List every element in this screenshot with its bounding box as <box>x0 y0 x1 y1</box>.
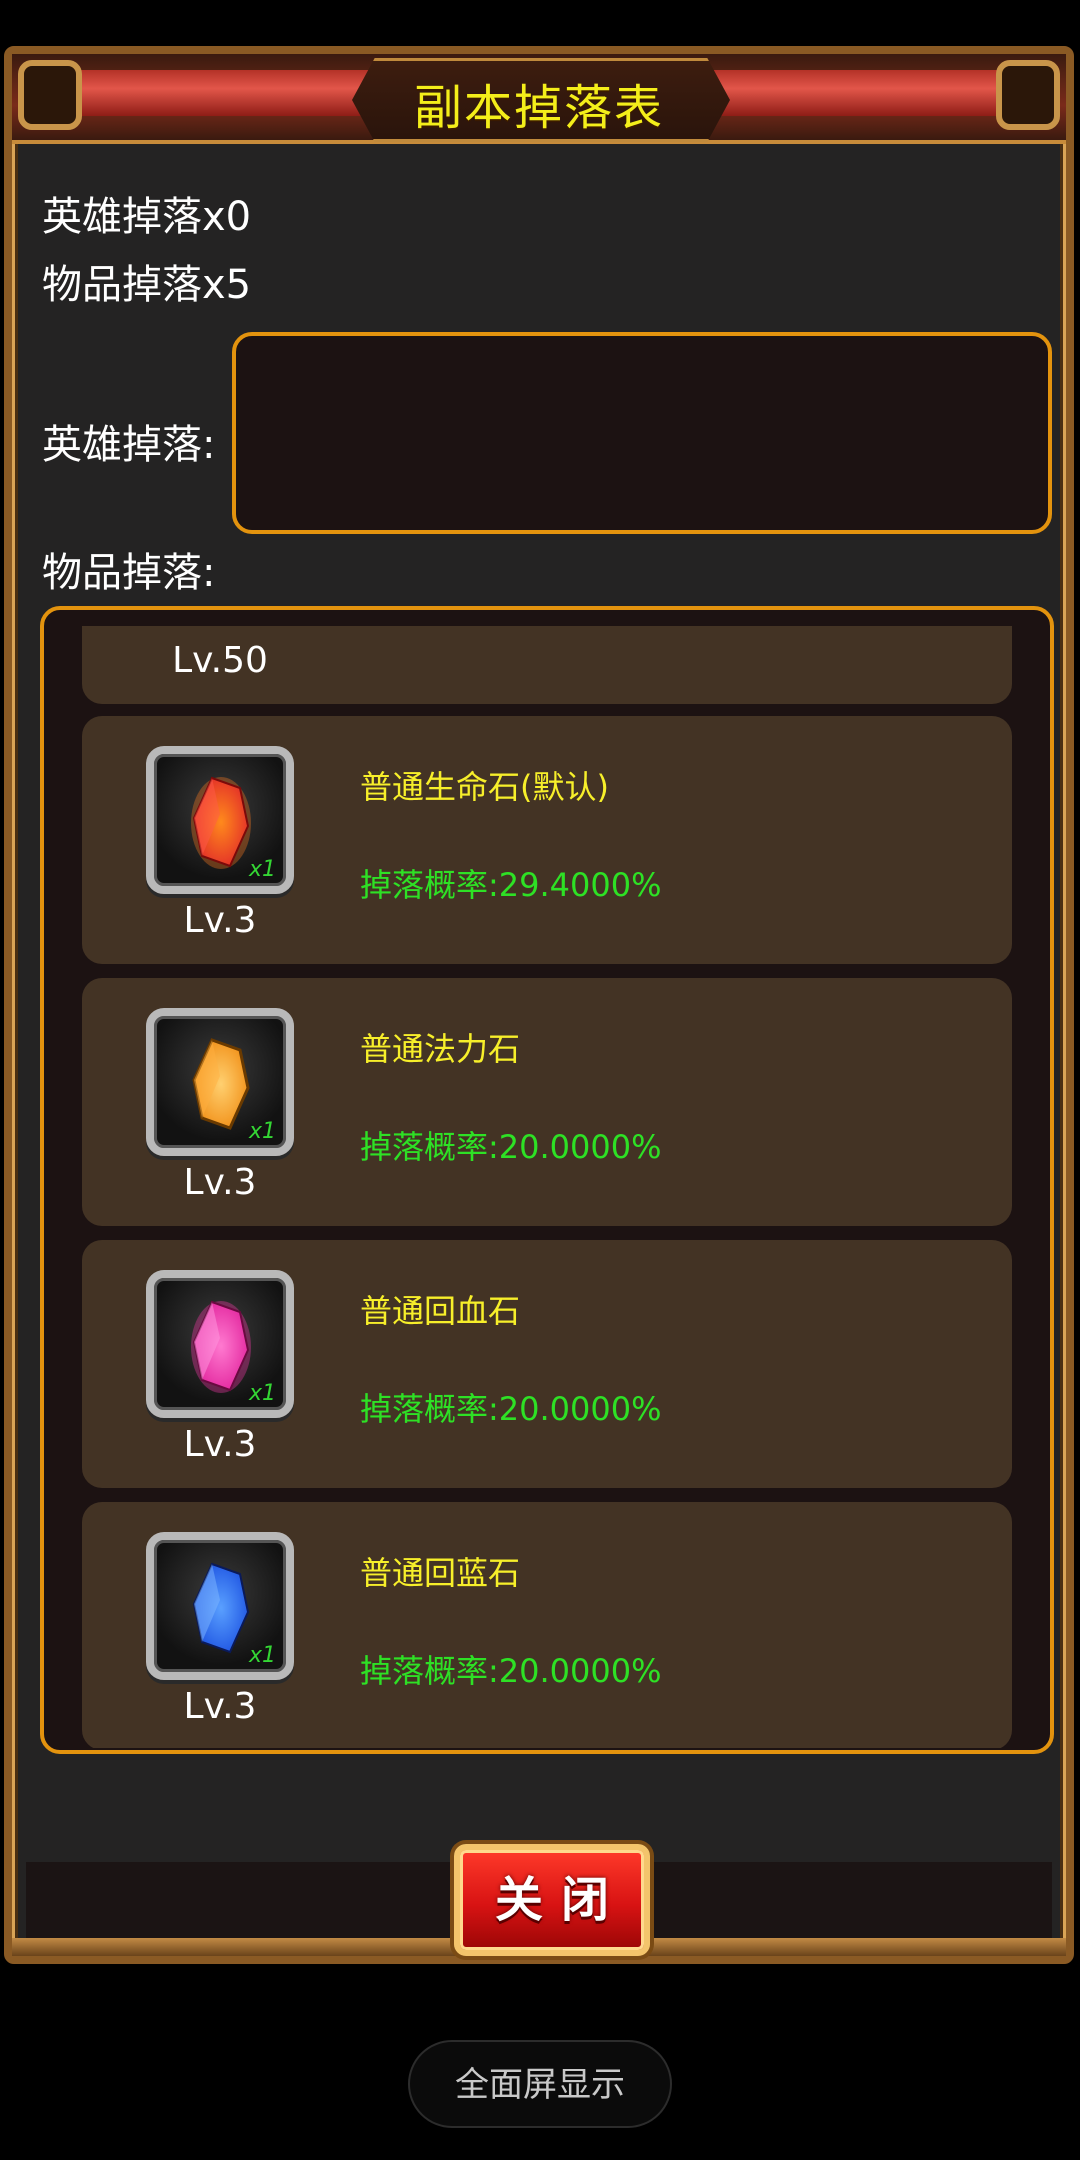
item-name: 普通回蓝石 <box>360 1554 521 1592</box>
orange-gem-icon <box>192 1038 250 1130</box>
item-slot[interactable]: x1 <box>146 746 294 894</box>
item-level: Lv.3 <box>183 1162 257 1203</box>
item-drop-rate: 掉落概率:29.4000% <box>360 866 662 904</box>
item-slot[interactable]: x1 <box>146 1008 294 1156</box>
item-quantity: x1 <box>248 1381 276 1406</box>
dialog-header: 副本掉落表 <box>12 54 1066 144</box>
item-slot[interactable]: x1 <box>146 1532 294 1680</box>
hero-drop-box[interactable] <box>232 332 1052 534</box>
pink-gem-icon <box>191 1300 251 1393</box>
drop-table-dialog: 副本掉落表 英雄掉落x0 物品掉落x5 英雄掉落: 物品掉落: Lv.50 x1… <box>4 46 1074 1964</box>
item-level: Lv.50 <box>172 640 268 681</box>
hero-drop-count: 英雄掉落x0 <box>42 194 252 240</box>
blue-gem-icon <box>192 1562 250 1654</box>
list-item[interactable]: Lv.50 <box>82 626 1012 704</box>
list-item[interactable]: x1 Lv.3 普通回血石 掉落概率:20.0000% <box>82 1240 1012 1488</box>
item-drop-list[interactable]: Lv.50 x1 Lv.3 普通生命石(默认) 掉落概率:29.4000% x1… <box>82 626 1012 1748</box>
item-drop-list-box[interactable]: Lv.50 x1 Lv.3 普通生命石(默认) 掉落概率:29.4000% x1… <box>40 606 1054 1754</box>
item-drop-rate: 掉落概率:20.0000% <box>360 1128 662 1166</box>
list-item[interactable]: x1 Lv.3 普通生命石(默认) 掉落概率:29.4000% <box>82 716 1012 964</box>
item-name: 普通生命石(默认) <box>360 768 609 806</box>
item-name: 普通法力石 <box>360 1030 521 1068</box>
item-name: 普通回血石 <box>360 1292 521 1330</box>
hero-drop-label: 英雄掉落: <box>42 422 216 468</box>
item-quantity: x1 <box>248 1643 276 1668</box>
item-drop-rate: 掉落概率:20.0000% <box>360 1652 662 1690</box>
list-item[interactable]: x1 Lv.3 普通法力石 掉落概率:20.0000% <box>82 978 1012 1226</box>
close-button[interactable]: 关闭 <box>454 1844 650 1956</box>
red-gem-icon <box>191 776 251 869</box>
fullscreen-display-button[interactable]: 全面屏显示 <box>408 2040 672 2128</box>
item-slot[interactable]: x1 <box>146 1270 294 1418</box>
item-quantity: x1 <box>248 1119 276 1144</box>
item-quantity: x1 <box>248 857 276 882</box>
item-level: Lv.3 <box>183 900 257 941</box>
item-level: Lv.3 <box>183 1424 257 1465</box>
dialog-title: 副本掉落表 <box>413 80 664 136</box>
item-drop-label: 物品掉落: <box>42 550 216 596</box>
list-item[interactable]: x1 Lv.3 普通回蓝石 掉落概率:20.0000% <box>82 1502 1012 1748</box>
item-drop-rate: 掉落概率:20.0000% <box>360 1390 662 1428</box>
item-level: Lv.3 <box>183 1686 257 1727</box>
item-drop-count: 物品掉落x5 <box>42 262 252 308</box>
